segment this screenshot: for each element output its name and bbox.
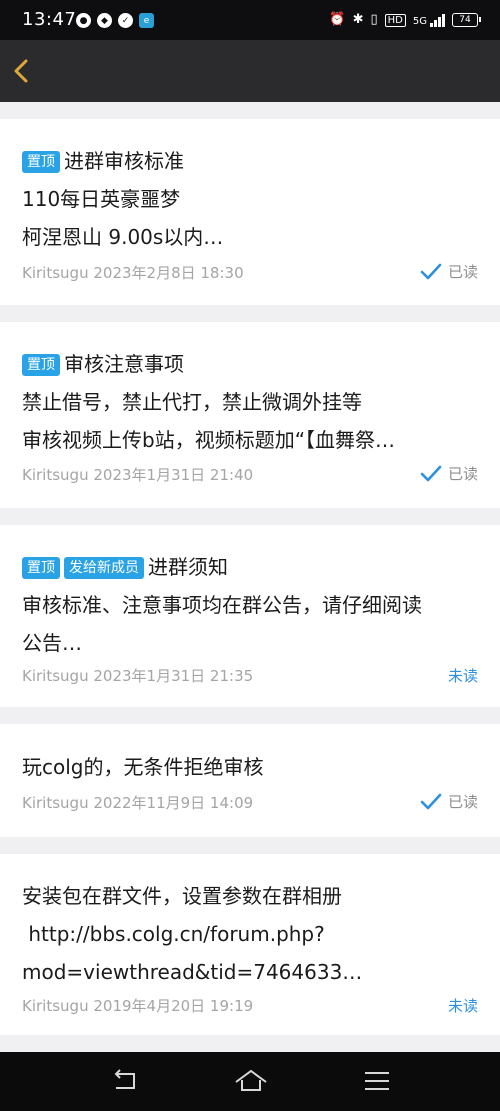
system-menu-button[interactable] [362, 1068, 392, 1094]
check-icon [420, 793, 442, 809]
status-left-icons: ● ◆ ✓ e [76, 13, 154, 28]
announcement-title-line: 置顶 发给新成员 进群须知 [22, 548, 478, 586]
battery-icon: 74 [452, 13, 481, 27]
announcement-card[interactable]: 置顶 进群审核标准 110每日英豪噩梦 柯涅恩山 9.00s以内… Kiritsu… [0, 119, 500, 305]
date: 2022年11月9日 14:09 [93, 794, 254, 812]
date: 2023年2月8日 18:30 [93, 264, 244, 282]
pinned-tag: 置顶 [22, 151, 60, 173]
check-icon [420, 263, 442, 279]
battery-level: 74 [459, 15, 471, 25]
unread-label: 未读 [447, 997, 478, 1015]
announcement-line: mod=viewthread&tid=7464633… [22, 960, 363, 984]
read-label: 已读 [447, 793, 478, 811]
author: Kiritsugu [22, 667, 89, 685]
5g-signal-icon: 5G [413, 13, 445, 27]
chevron-left-icon [14, 59, 28, 83]
author: Kiritsugu [22, 264, 89, 282]
status-time: 13:47 [22, 9, 77, 30]
author: Kiritsugu [22, 997, 89, 1015]
wechat-icon: ● [76, 13, 91, 28]
announcement-card[interactable]: 置顶 审核注意事项 禁止借号，禁止代打，禁止微调外挂等 审核视频上传b站，视频标题… [0, 322, 500, 508]
store-icon: e [139, 13, 154, 28]
announcement-line: 审核视频上传b站，视频标题加“【血舞祭… [22, 428, 396, 452]
read-status: 已读 [420, 261, 478, 282]
read-status: 已读 [420, 791, 478, 812]
back-button[interactable] [8, 54, 38, 88]
read-status: 已读 [420, 463, 478, 484]
announcement-line: 禁止借号，禁止代打，禁止微调外挂等 [22, 390, 362, 414]
date: 2019年4月20日 19:19 [93, 997, 254, 1015]
announcement-line: http://bbs.colg.cn/forum.php? [22, 922, 325, 946]
check-icon [420, 465, 442, 481]
announcement-meta: Kiritsugu 2023年1月31日 21:40 [22, 464, 253, 485]
announcement-title: 玩colg的，无条件拒绝审核 [22, 755, 264, 779]
vibrate-icon: ▯ [370, 12, 378, 27]
author: Kiritsugu [22, 794, 89, 812]
app-icon: ✓ [118, 13, 133, 28]
back-icon [114, 1069, 135, 1089]
pinned-tag: 置顶 [22, 557, 60, 579]
new-member-tag: 发给新成员 [64, 557, 144, 579]
announcement-meta: Kiritsugu 2023年1月31日 21:35 [22, 665, 253, 686]
announcement-meta: Kiritsugu 2022年11月9日 14:09 [22, 792, 253, 813]
announcement-title: 安装包在群文件，设置参数在群相册 [22, 884, 342, 908]
read-label: 已读 [447, 263, 478, 281]
announcement-line: 审核标准、注意事项均在群公告，请仔细阅读 [22, 593, 422, 617]
read-label: 已读 [447, 465, 478, 483]
date: 2023年1月31日 21:40 [93, 466, 254, 484]
hd-icon: HD [384, 13, 406, 27]
announcement-line: 110每日英豪噩梦 [22, 187, 181, 211]
date: 2023年1月31日 21:35 [93, 667, 254, 685]
announcement-title: 进群须知 [148, 555, 228, 579]
menu-icon [365, 1072, 389, 1090]
system-home-button[interactable] [234, 1068, 268, 1094]
announcement-title-line: 置顶 审核注意事项 [22, 345, 478, 383]
announcement-line: 柯涅恩山 9.00s以内… [22, 225, 224, 249]
announcement-title-line: 置顶 进群审核标准 [22, 142, 478, 180]
unread-label: 未读 [447, 667, 478, 685]
announcement-card[interactable]: 置顶 发给新成员 进群须知 审核标准、注意事项均在群公告，请仔细阅读 公告… Kir… [0, 525, 500, 707]
announcement-card[interactable]: 安装包在群文件，设置参数在群相册 http://bbs.colg.cn/foru… [0, 854, 500, 1035]
announcement-title: 审核注意事项 [64, 352, 184, 376]
announcement-title: 进群审核标准 [64, 149, 184, 173]
home-icon [235, 1069, 267, 1091]
alarm-icon: ⏰ [329, 12, 346, 27]
author: Kiritsugu [22, 466, 89, 484]
announcement-line: 公告… [22, 631, 82, 655]
status-right-icons: ⏰ ✱ ▯ HD 5G 74 [329, 12, 481, 28]
nav-bar [0, 40, 500, 102]
status-bar: 13:47 ● ◆ ✓ e ⏰ ✱ ▯ HD 5G 74 [0, 0, 500, 40]
system-nav-bar [0, 1052, 500, 1111]
announcement-meta: Kiritsugu 2023年2月8日 18:30 [22, 262, 244, 283]
bluetooth-icon: ✱ [352, 12, 364, 27]
system-back-button[interactable] [110, 1068, 140, 1094]
notification-icon: ◆ [97, 13, 112, 28]
pinned-tag: 置顶 [22, 354, 60, 376]
announcement-meta: Kiritsugu 2019年4月20日 19:19 [22, 995, 253, 1016]
announcement-card[interactable]: 玩colg的，无条件拒绝审核 Kiritsugu 2022年11月9日 14:0… [0, 724, 500, 837]
